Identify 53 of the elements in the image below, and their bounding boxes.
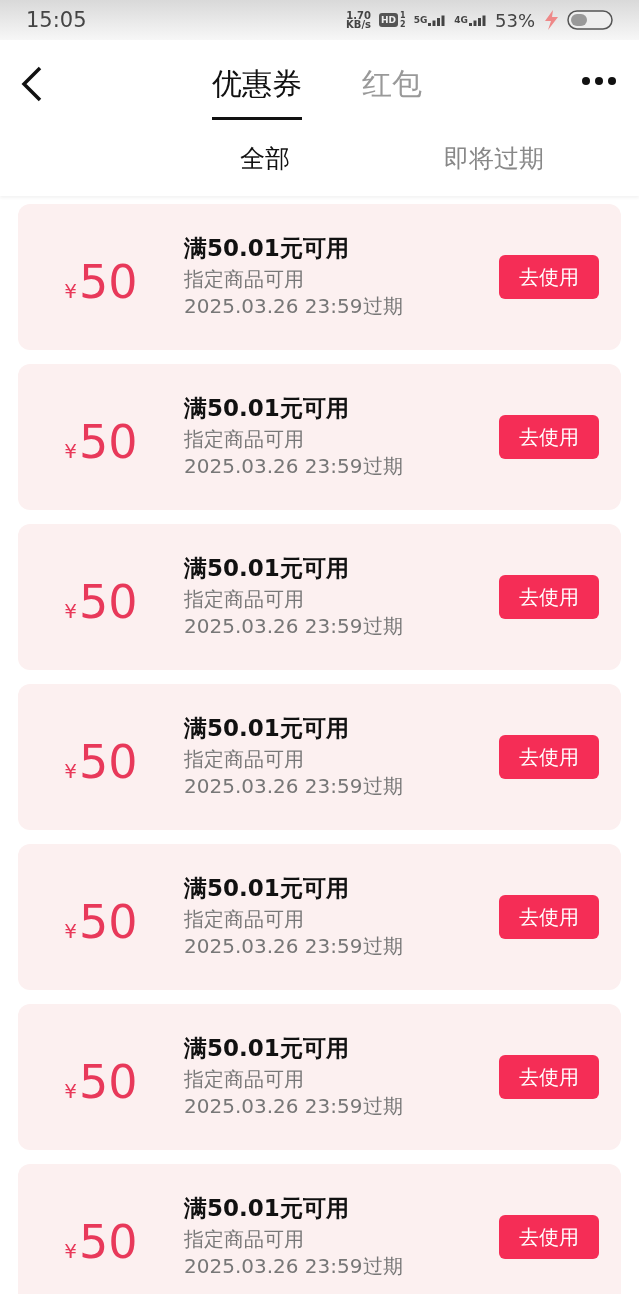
use-button[interactable]: 去使用 [499,1055,599,1099]
network-type: 4G [454,14,468,25]
coupon-amount: ¥50 [63,1054,139,1109]
coupon-scope: 指定商品可用 [184,1066,305,1091]
coupon-scope: 指定商品可用 [184,1226,305,1251]
use-button[interactable]: 去使用 [499,895,599,939]
coupon-condition: 满50.01元可用 [184,393,350,423]
coupon-condition: 满50.01元可用 [184,553,350,583]
coupon-condition: 满50.01元可用 [184,1033,350,1063]
back-icon[interactable] [20,66,44,102]
network-type: 5G [413,14,428,25]
charging-icon [543,10,559,30]
coupon-amount: ¥50 [63,414,139,469]
coupon-condition: 满50.01元可用 [184,233,350,263]
hd-badge: HD [379,13,399,27]
tab[interactable]: 红包 [362,64,422,120]
coupon-expiry: 2025.03.26 23:59过期 [184,933,404,958]
sim-number: 2 [400,20,406,29]
signal-icon [469,14,487,26]
use-button[interactable]: 去使用 [499,735,599,779]
use-button[interactable]: 去使用 [499,575,599,619]
status-time: 15:05 [26,8,88,32]
coupon-amount: ¥50 [63,734,139,789]
coupon-amount: ¥50 [63,894,139,949]
coupon-expiry: 2025.03.26 23:59过期 [184,773,404,798]
sim-number: 1 [400,11,406,20]
use-button[interactable]: 去使用 [499,1215,599,1259]
more-icon[interactable] [581,76,617,86]
coupon-expiry: 2025.03.26 23:59过期 [184,1253,404,1278]
coupon-scope: 指定商品可用 [184,426,305,451]
battery-percent: 53% [495,9,535,31]
filter-tab[interactable]: 全部 [239,141,290,175]
coupon-amount: ¥50 [63,574,139,629]
network-speed: 1.70 KB/s [346,11,372,29]
coupon-condition: 满50.01元可用 [184,713,350,743]
coupon-expiry: 2025.03.26 23:59过期 [184,1093,404,1118]
coupon-condition: 满50.01元可用 [184,1193,350,1223]
coupon-expiry: 2025.03.26 23:59过期 [184,453,404,478]
coupon-scope: 指定商品可用 [184,586,305,611]
signal-icon [428,14,447,26]
coupon-scope: 指定商品可用 [184,266,305,291]
battery-icon [567,10,613,30]
coupon-condition: 满50.01元可用 [184,873,350,903]
coupon-expiry: 2025.03.26 23:59过期 [184,293,404,318]
coupon-expiry: 2025.03.26 23:59过期 [184,613,404,638]
coupon-scope: 指定商品可用 [184,746,305,771]
coupon-scope: 指定商品可用 [184,906,305,931]
tab[interactable]: 优惠券 [212,64,302,120]
use-button[interactable]: 去使用 [499,255,599,299]
coupon-amount: ¥50 [63,254,139,309]
coupon-amount: ¥50 [63,1214,139,1269]
filter-tab[interactable]: 即将过期 [444,141,545,175]
use-button[interactable]: 去使用 [499,415,599,459]
